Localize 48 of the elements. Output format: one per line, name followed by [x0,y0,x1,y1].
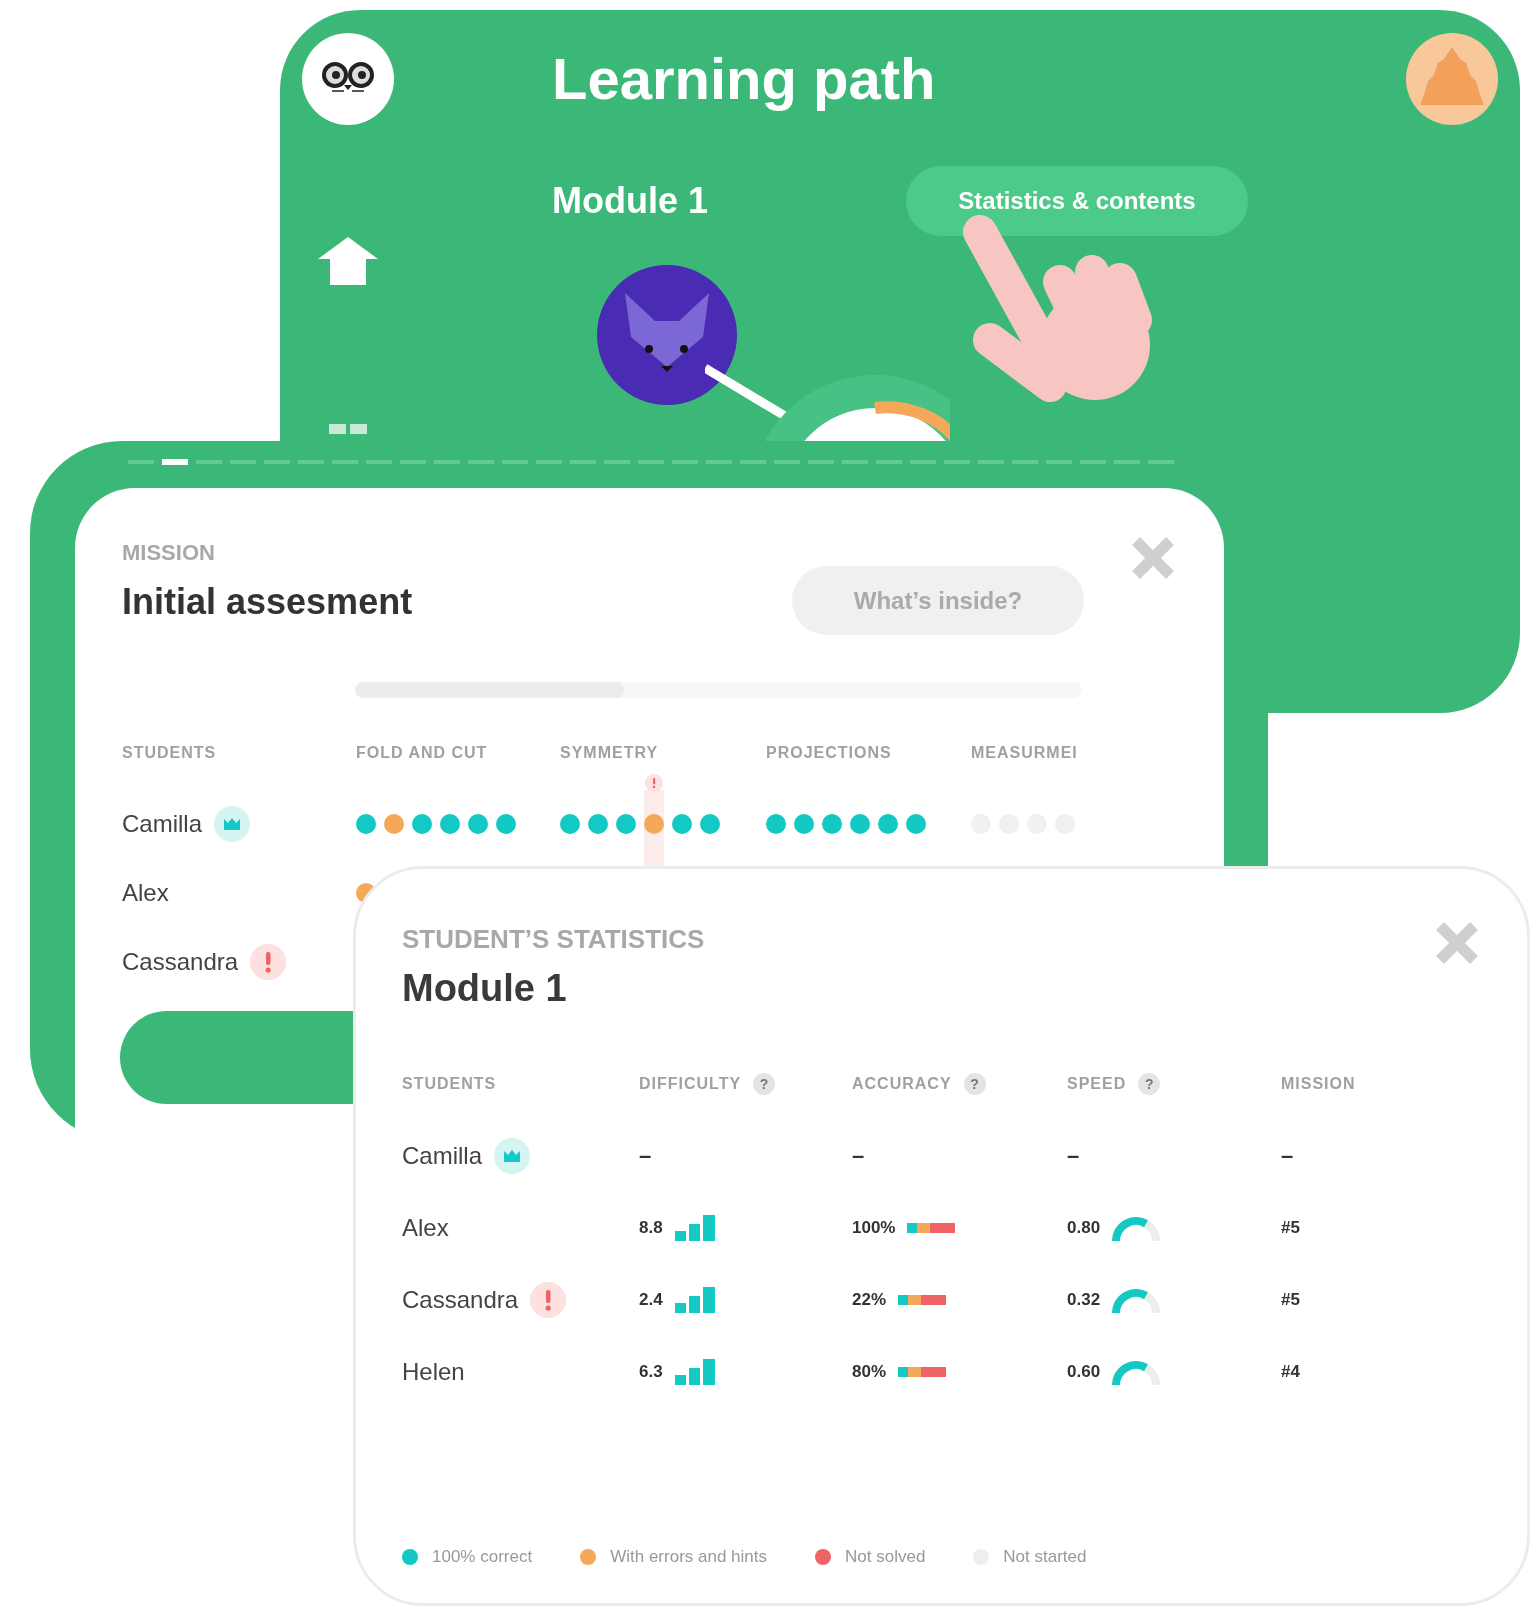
column-header: DIFFICULTY [639,1074,742,1094]
help-icon[interactable]: ? [963,1073,986,1095]
accuracy-value: 100% [852,1218,896,1238]
accuracy-value: – [852,1143,865,1169]
student-name: Helen [402,1358,465,1386]
legend-label: With errors and hints [610,1547,767,1567]
help-icon[interactable]: ? [753,1073,776,1095]
page-title: Learning path [552,45,937,113]
mission-value: – [1281,1143,1294,1169]
panel-title: Module 1 [402,966,568,1011]
panel-label: STUDENT’S STATISTICS [402,924,706,954]
speed-value: 0.80 [1067,1218,1101,1238]
student-name: Alex [122,878,169,907]
accuracy-value: 80% [852,1362,887,1382]
whats-inside-button[interactable]: What’s inside? [792,566,1084,635]
mission-value: #4 [1281,1362,1300,1382]
difficulty-value: 8.8 [639,1218,663,1238]
column-header: MEASURMEI [971,743,1079,763]
legend-label: 100% correct [432,1547,533,1567]
student-name: Cassandra [122,947,239,976]
column-header: STUDENTS [122,743,218,763]
speed-value: 0.32 [1067,1290,1101,1310]
column-header: PROJECTIONS [766,743,893,763]
student-name: Cassandra [402,1286,519,1314]
statistics-button[interactable]: Statistics & contents [906,166,1248,236]
student-name: Alex [402,1214,449,1242]
mission-title: Initial assesment [122,580,414,624]
student-name: Camilla [122,809,202,838]
speed-value: 0.60 [1067,1362,1101,1382]
column-header: MISSION [1281,1074,1356,1094]
column-header: FOLD AND CUT [356,743,489,763]
student-name: Camilla [402,1142,482,1170]
speed-value: – [1067,1143,1080,1169]
legend-label: Not started [1003,1547,1087,1567]
mission-value: #5 [1281,1290,1300,1310]
column-header: ACCURACY [852,1074,952,1094]
module-title: Module 1 [552,180,709,222]
column-header: SYMMETRY [560,743,660,763]
difficulty-value: 6.3 [639,1362,663,1382]
accuracy-value: 22% [852,1290,887,1310]
mission-label: MISSION [122,540,216,566]
legend-label: Not solved [845,1547,926,1567]
column-header: STUDENTS [402,1074,497,1094]
help-icon[interactable]: ? [1138,1073,1161,1095]
difficulty-value: – [639,1143,652,1169]
difficulty-value: 2.4 [639,1290,663,1310]
mission-value: #5 [1281,1218,1300,1238]
column-header: SPEED [1067,1074,1127,1094]
